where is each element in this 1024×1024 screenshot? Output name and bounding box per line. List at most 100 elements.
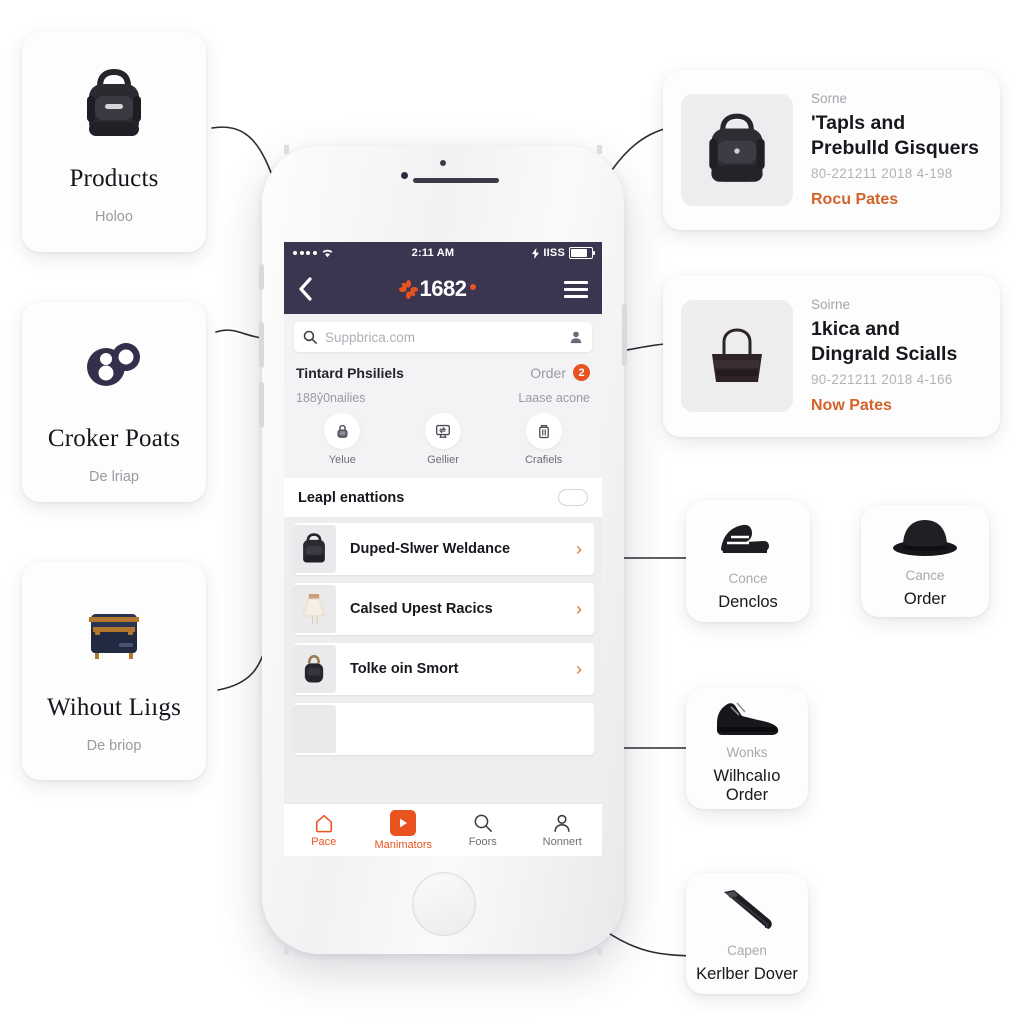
bag-icon <box>324 413 361 449</box>
antenna-line <box>284 145 289 154</box>
home-icon <box>315 814 332 832</box>
small-card-kicker: Capen <box>727 943 767 959</box>
left-card-title: Croker Poats <box>47 425 181 453</box>
right-card-link[interactable]: Rocu Pates <box>811 191 982 209</box>
right-card-title: 1kica and Dingrald Scialls <box>811 318 958 366</box>
small-card-title: Denclos <box>718 593 778 612</box>
small-card-order[interactable]: Cance Order <box>861 505 989 617</box>
status-bar: 2:11 AM IISS <box>284 242 602 264</box>
small-card-denclos[interactable]: Conce Denclos <box>686 500 810 622</box>
asterisk-flower-icon <box>398 279 418 299</box>
right-card-title: 'Tapls and Prebulld Gisquers <box>811 112 979 160</box>
sneaker-icon <box>692 693 802 737</box>
wifi-icon <box>322 249 332 258</box>
tab-label: Nonnert <box>542 835 582 848</box>
person-icon[interactable] <box>569 330 583 344</box>
mini-bag-thumb <box>292 645 336 693</box>
small-card-title: Wilhcalıo Order <box>713 766 781 804</box>
chevron-right-icon[interactable]: › <box>576 540 594 558</box>
satchel-icon <box>30 588 198 680</box>
stats-left: 188ŷ0nailies <box>296 391 366 405</box>
tab-nonnert[interactable]: Nonnert <box>527 813 597 848</box>
stats-row: 188ŷ0nailies Laase acone <box>284 389 602 409</box>
status-left <box>293 248 334 258</box>
search-input[interactable]: Suppbrica.com <box>325 330 561 345</box>
chevron-left-icon[interactable] <box>298 277 313 301</box>
tab-manimators[interactable]: Manimators <box>368 809 438 851</box>
quick-action-crafiels[interactable]: Crafiels <box>508 413 580 466</box>
right-card-kicker: Soirne <box>811 296 851 312</box>
search-section: Suppbrica.com <box>284 314 602 358</box>
right-card-meta: 80-221211 2018 4-198 <box>811 166 953 182</box>
partial-thumb <box>292 705 336 753</box>
section-header: Tintard Phsiliels Order 2 <box>284 358 602 389</box>
trash-icon <box>525 413 562 449</box>
quick-action-label: Crafiels <box>524 454 563 466</box>
person-icon <box>554 814 570 832</box>
section-action-group[interactable]: Order 2 <box>530 364 590 381</box>
section-action-label[interactable]: Order <box>530 365 566 381</box>
play-square-icon <box>390 809 417 836</box>
hamburger-icon[interactable] <box>563 280 588 298</box>
left-card-wihout-liigs[interactable]: Wihout Liıgs De briop <box>22 562 206 780</box>
small-card-wilhcalio-order[interactable]: Wonks Wilhcalıo Order <box>686 688 808 809</box>
quick-action-gellier[interactable]: Gellier <box>407 413 479 466</box>
right-card-body: Soirne 1kica and Dingrald Scialls 90-221… <box>811 297 982 415</box>
tab-label: Pace <box>311 835 337 848</box>
status-carrier: IISS <box>543 247 565 259</box>
front-camera <box>401 172 408 179</box>
search-icon <box>303 330 317 344</box>
toggle-row[interactable]: Leapl enattions <box>284 478 602 517</box>
volume-down-button[interactable] <box>259 382 264 428</box>
right-card-link[interactable]: Now Pates <box>811 397 982 415</box>
list-item-title: Tolke oin Smort <box>350 661 459 677</box>
small-card-kicker: Conce <box>728 571 768 587</box>
right-card-kicker: Sorne <box>811 90 848 106</box>
skirt-thumb <box>292 585 336 633</box>
infographic-stage: Products Holoo Croker Poats De lriap Wih… <box>0 0 1024 1024</box>
mute-switch[interactable] <box>259 264 264 290</box>
status-time: 2:11 AM <box>411 247 455 259</box>
list-item-partial[interactable] <box>292 703 594 755</box>
left-card-title: Wihout Liıgs <box>46 694 182 722</box>
antenna-line <box>597 145 602 154</box>
right-card-0[interactable]: Sorne 'Tapls and Prebulld Gisquers 80-22… <box>663 70 1000 230</box>
volume-up-button[interactable] <box>259 322 264 368</box>
tab-label: Foors <box>468 835 497 848</box>
right-card-body: Sorne 'Tapls and Prebulld Gisquers 80-22… <box>811 91 982 209</box>
tote-bag-icon <box>681 300 793 412</box>
left-card-croker-poats[interactable]: Croker Poats De lriap <box>22 302 206 502</box>
black-backpack-thumb <box>292 525 336 573</box>
home-button[interactable] <box>412 872 476 936</box>
asterisk-dot-icon <box>470 284 477 290</box>
backpack-icon <box>681 94 793 206</box>
small-card-kerlber-dover[interactable]: Capen Kerlber Dover <box>686 873 808 994</box>
toggle-label: Leapl enattions <box>298 489 405 506</box>
phone-screen: 2:11 AM IISS 1682 Suppbrica.com Tintard … <box>284 242 602 856</box>
app-bar: 1682 <box>284 264 602 314</box>
signal-dots-icon <box>293 251 317 255</box>
list-item[interactable]: Calsed Upest Racics › <box>292 583 594 635</box>
charging-bolt-icon <box>532 247 540 259</box>
power-button[interactable] <box>622 304 627 366</box>
fedora-hat-icon <box>867 514 983 560</box>
tab-label: Manimators <box>374 838 432 851</box>
list-item-title: Duped-Slwer Weldance <box>350 541 511 557</box>
left-card-subtitle: De briop <box>86 737 142 754</box>
toggle-switch[interactable] <box>558 489 588 506</box>
left-card-products[interactable]: Products Holoo <box>22 32 206 252</box>
small-card-title: Order <box>903 589 947 608</box>
tab-foors[interactable]: Foors <box>448 813 518 848</box>
left-card-subtitle: Holoo <box>95 208 133 225</box>
search-bar[interactable]: Suppbrica.com <box>294 322 592 352</box>
quick-action-yelue[interactable]: Yelue <box>306 413 378 466</box>
left-card-title: Products <box>69 165 159 193</box>
tab-pace[interactable]: Pace <box>289 813 359 848</box>
chevron-right-icon[interactable]: › <box>576 660 594 678</box>
quick-action-label: Gellier <box>427 454 459 466</box>
status-right: IISS <box>532 247 596 259</box>
list-item[interactable]: Tolke oin Smort › <box>292 643 594 695</box>
chevron-right-icon[interactable]: › <box>576 600 594 618</box>
list-item[interactable]: Duped-Slwer Weldance › <box>292 523 594 575</box>
right-card-1[interactable]: Soirne 1kica and Dingrald Scialls 90-221… <box>663 275 1000 437</box>
